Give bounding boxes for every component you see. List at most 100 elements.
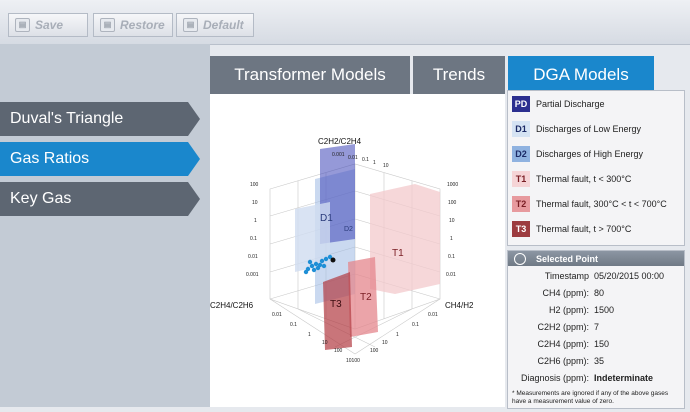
legend-label-t2: Thermal fault, 300°C < t < 700°C — [536, 199, 667, 209]
tick-label: 1 — [308, 332, 311, 338]
selected-point-row: Timestamp 05/20/2015 00:00 — [508, 271, 684, 285]
tick-label: 10 — [449, 218, 455, 224]
legend-label-d1: Discharges of Low Energy — [536, 124, 642, 134]
restore-icon: ▤ — [100, 18, 115, 32]
legend-badge-t2: T2 — [512, 196, 530, 212]
zone-label-t3: T3 — [330, 299, 342, 310]
axis-title-top: C2H2/C2H4 — [318, 137, 362, 146]
tick-label: 10 — [382, 340, 388, 346]
selected-point-row: C2H4 (ppm): 150 — [508, 339, 684, 353]
legend-item-d1: D1 Discharges of Low Energy — [512, 120, 641, 138]
restore-button[interactable]: ▤ Restore — [93, 13, 173, 37]
axis-title-right: CH4/H2 — [445, 301, 474, 310]
field-label: H2 (ppm): — [548, 305, 589, 315]
legend-item-t2: T2 Thermal fault, 300°C < t < 700°C — [512, 195, 667, 213]
field-label: Diagnosis (ppm): — [520, 373, 589, 383]
default-button[interactable]: ▤ Default — [176, 13, 254, 37]
legend-badge-pd: PD — [512, 96, 530, 112]
legend-badge-d1: D1 — [512, 121, 530, 137]
zone-t1 — [370, 184, 440, 294]
selected-point-marker[interactable] — [330, 257, 336, 263]
zone-label-d2: D2 — [344, 226, 353, 233]
tick-label: 0.001 — [332, 152, 345, 158]
legend-item-t3: T3 Thermal fault, t > 700°C — [512, 220, 631, 238]
sidebar: Duval's Triangle Gas Ratios Key Gas — [0, 44, 210, 407]
save-label: Save — [35, 18, 64, 32]
tick-label: 0.1 — [290, 322, 297, 328]
tick-label: 0.1 — [412, 322, 419, 328]
gas-ratio-3d-plot[interactable]: C2H2/C2H4 C2H4/C2H6 CH4/H2 D1 D2 T1 T2 T… — [210, 94, 505, 407]
tick-label: 10 — [322, 340, 328, 346]
tick-label: 1000 — [447, 182, 458, 188]
selected-point-row: CH4 (ppm): 80 — [508, 288, 684, 302]
tick-label: 100 — [250, 182, 259, 188]
field-value: 05/20/2015 00:00 — [594, 271, 665, 281]
tab-dga-models[interactable]: DGA Models — [508, 56, 654, 94]
selected-point-row: H2 (ppm): 1500 — [508, 305, 684, 319]
sidebar-item-duvals-triangle[interactable]: Duval's Triangle — [0, 102, 200, 136]
tick-label: 0.01 — [428, 312, 438, 318]
selected-point-row: C2H2 (ppm): 7 — [508, 322, 684, 336]
field-label: C2H6 (ppm): — [537, 356, 589, 366]
tick-label: 10100 — [346, 358, 360, 364]
gas-ratio-plot-panel: C2H2/C2H4 C2H4/C2H6 CH4/H2 D1 D2 T1 T2 T… — [210, 94, 505, 407]
field-value: 7 — [594, 322, 600, 332]
zone-label-t1: T1 — [392, 248, 404, 259]
default-label: Default — [203, 18, 244, 32]
tick-label: 100 — [370, 348, 379, 354]
tick-label: 0.01 — [348, 155, 358, 161]
legend-badge-t3: T3 — [512, 221, 530, 237]
tick-label: 1 — [450, 236, 453, 242]
toolbar: ▤ Save ▤ Restore ▤ Default — [0, 0, 690, 45]
tick-label: 1 — [396, 332, 399, 338]
tab-trends[interactable]: Trends — [413, 56, 505, 94]
field-value: 150 — [594, 339, 610, 349]
axis-title-left: C2H4/C2H6 — [210, 301, 254, 310]
tick-label: 0.1 — [362, 157, 369, 163]
tick-label: 0.01 — [248, 254, 258, 260]
legend-badge-d2: D2 — [512, 146, 530, 162]
field-label: C2H2 (ppm): — [537, 322, 589, 332]
measurement-note: * Measurements are ignored if any of the… — [512, 390, 669, 405]
selected-point-header: Selected Point — [508, 251, 684, 266]
tick-label: 0.01 — [446, 272, 456, 278]
tick-label: 0.1 — [250, 236, 257, 242]
tick-label: 0.1 — [448, 254, 455, 260]
tick-label: 10 — [383, 163, 389, 169]
legend-label-t3: Thermal fault, t > 700°C — [536, 224, 632, 234]
save-button[interactable]: ▤ Save — [8, 13, 88, 37]
diagnosis-value: Indeterminate — [594, 373, 654, 383]
save-icon: ▤ — [15, 18, 30, 32]
field-label: CH4 (ppm): — [542, 288, 589, 298]
legend-panel: PD Partial Discharge D1 Discharges of Lo… — [507, 90, 685, 246]
default-icon: ▤ — [183, 18, 198, 32]
tick-label: 0.001 — [246, 272, 259, 278]
field-value: 35 — [594, 356, 605, 366]
legend-label-t1: Thermal fault, t < 300°C — [536, 174, 632, 184]
tick-label: 10 — [252, 200, 258, 206]
tick-label: 1 — [254, 218, 257, 224]
legend-label-pd: Partial Discharge — [536, 99, 605, 109]
tab-bar: Transformer Models Trends DGA Models — [210, 56, 690, 94]
field-label: Timestamp — [544, 271, 589, 281]
field-value: 1500 — [594, 305, 615, 315]
legend-item-pd: PD Partial Discharge — [512, 95, 605, 113]
sidebar-item-gas-ratios[interactable]: Gas Ratios — [0, 142, 200, 176]
selected-point-row: Diagnosis (ppm): Indeterminate — [508, 373, 684, 387]
field-label: C2H4 (ppm): — [537, 339, 589, 349]
tick-label: 100 — [334, 348, 343, 354]
selected-point-row: C2H6 (ppm): 35 — [508, 356, 684, 370]
tab-transformer-models[interactable]: Transformer Models — [210, 56, 410, 94]
zone-t3 — [323, 272, 352, 350]
zone-label-t2: T2 — [360, 292, 372, 303]
tick-label: 100 — [448, 200, 457, 206]
legend-item-t1: T1 Thermal fault, t < 300°C — [512, 170, 631, 188]
restore-label: Restore — [120, 18, 165, 32]
legend-label-d2: Discharges of High Energy — [536, 149, 644, 159]
legend-badge-t1: T1 — [512, 171, 530, 187]
tick-label: 1 — [373, 160, 376, 166]
zone-label-d1: D1 — [320, 213, 333, 224]
selected-point-panel: Selected Point Timestamp 05/20/2015 00:0… — [507, 250, 685, 409]
sidebar-item-key-gas[interactable]: Key Gas — [0, 182, 200, 216]
field-value: 80 — [594, 288, 605, 298]
